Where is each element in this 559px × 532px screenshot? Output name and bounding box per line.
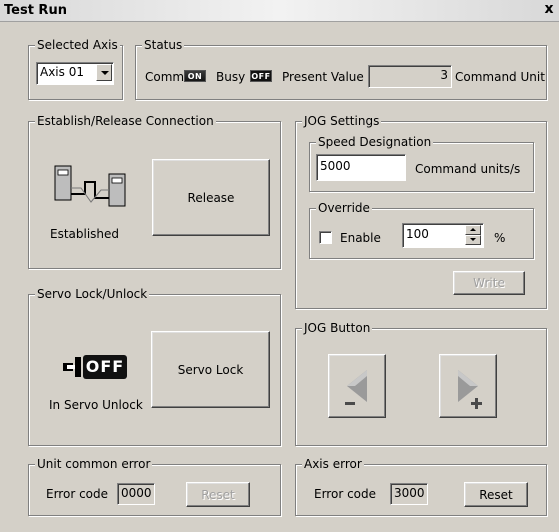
jog-settings-legend: JOG Settings	[302, 114, 382, 128]
servo-off-label: OFF	[83, 355, 127, 379]
busy-label: Busy	[216, 70, 246, 84]
override-legend: Override	[316, 201, 372, 215]
speed-unit: Command units/s	[415, 162, 521, 176]
jog-reverse-arrow-icon	[345, 370, 367, 405]
unit-error-group: Unit common error Error code 0000 Reset	[28, 457, 281, 516]
override-value: 100	[406, 227, 429, 241]
busy-status-lamp: OFF	[250, 70, 272, 82]
present-value-label: Present Value	[282, 70, 364, 84]
jog-settings-group: JOG Settings Speed Designation 5000 Comm…	[295, 114, 547, 309]
axis-select-value: Axis 01	[40, 65, 84, 79]
network-connection-icon	[54, 165, 126, 207]
unit-error-legend: Unit common error	[35, 457, 153, 471]
override-enable-checkbox[interactable]	[319, 231, 332, 244]
servo-legend: Servo Lock/Unlock	[35, 287, 150, 301]
release-button-label: Release	[187, 190, 235, 205]
jog-button-group: JOG Button	[295, 321, 547, 446]
override-input[interactable]: 100	[402, 223, 484, 248]
servo-lock-button[interactable]: Servo Lock	[151, 331, 270, 408]
speed-designation-group: Speed Designation 5000 Command units/s	[309, 135, 534, 192]
axis-error-legend: Axis error	[302, 457, 364, 471]
axis-error-reset-button[interactable]: Reset	[464, 482, 528, 507]
jog-forward-button[interactable]	[439, 354, 497, 418]
unit-error-reset-label: Reset	[201, 487, 235, 502]
speed-input[interactable]: 5000	[316, 154, 406, 181]
override-unit: %	[494, 231, 506, 245]
axis-select[interactable]: Axis 01	[36, 62, 114, 85]
unit-error-reset-button[interactable]: Reset	[186, 482, 250, 507]
axis-error-reset-label: Reset	[479, 487, 513, 502]
override-group: Override Enable 100 %	[309, 201, 534, 259]
connection-legend: Establish/Release Connection	[35, 114, 216, 128]
servo-motor-icon: OFF	[63, 355, 133, 379]
override-spinner[interactable]	[465, 225, 481, 246]
release-button[interactable]: Release	[152, 159, 270, 236]
connection-state: Established	[50, 227, 120, 241]
spin-up-icon[interactable]	[465, 225, 481, 235]
comm-label: Comm	[145, 70, 185, 84]
close-icon[interactable]: x	[541, 2, 557, 18]
spin-down-icon[interactable]	[465, 235, 481, 245]
title-bar: Test Run x	[0, 0, 559, 22]
unit-error-label: Error code	[46, 487, 109, 501]
axis-error-group: Axis error Error code 3000 Reset	[295, 457, 547, 516]
present-value-field: 3	[368, 65, 452, 88]
write-button-label: Write	[473, 276, 505, 290]
window-title: Test Run	[4, 3, 67, 18]
selected-axis-legend: Selected Axis	[35, 38, 120, 52]
status-group: Status Comm ON Busy OFF Present Value 3 …	[135, 38, 547, 100]
selected-axis-group: Selected Axis Axis 01	[28, 38, 123, 100]
servo-group: Servo Lock/Unlock OFF In Servo Unlock Se…	[28, 287, 281, 446]
axis-error-code: 3000	[390, 483, 428, 505]
unit-error-code: 0000	[117, 483, 155, 505]
present-value-unit: Command Unit	[455, 70, 545, 84]
jog-reverse-button[interactable]	[328, 354, 386, 418]
axis-error-label: Error code	[314, 487, 377, 501]
override-enable-label: Enable	[340, 231, 381, 245]
servo-state: In Servo Unlock	[49, 398, 143, 412]
comm-status-lamp: ON	[184, 70, 206, 82]
jog-button-legend: JOG Button	[302, 321, 373, 335]
chevron-down-icon[interactable]	[96, 64, 112, 81]
servo-lock-button-label: Servo Lock	[177, 362, 244, 377]
connection-group: Establish/Release Connection Established…	[28, 114, 281, 269]
status-legend: Status	[142, 38, 185, 52]
jog-forward-arrow-icon	[458, 370, 482, 409]
write-button[interactable]: Write	[453, 271, 525, 295]
speed-designation-legend: Speed Designation	[316, 135, 434, 149]
